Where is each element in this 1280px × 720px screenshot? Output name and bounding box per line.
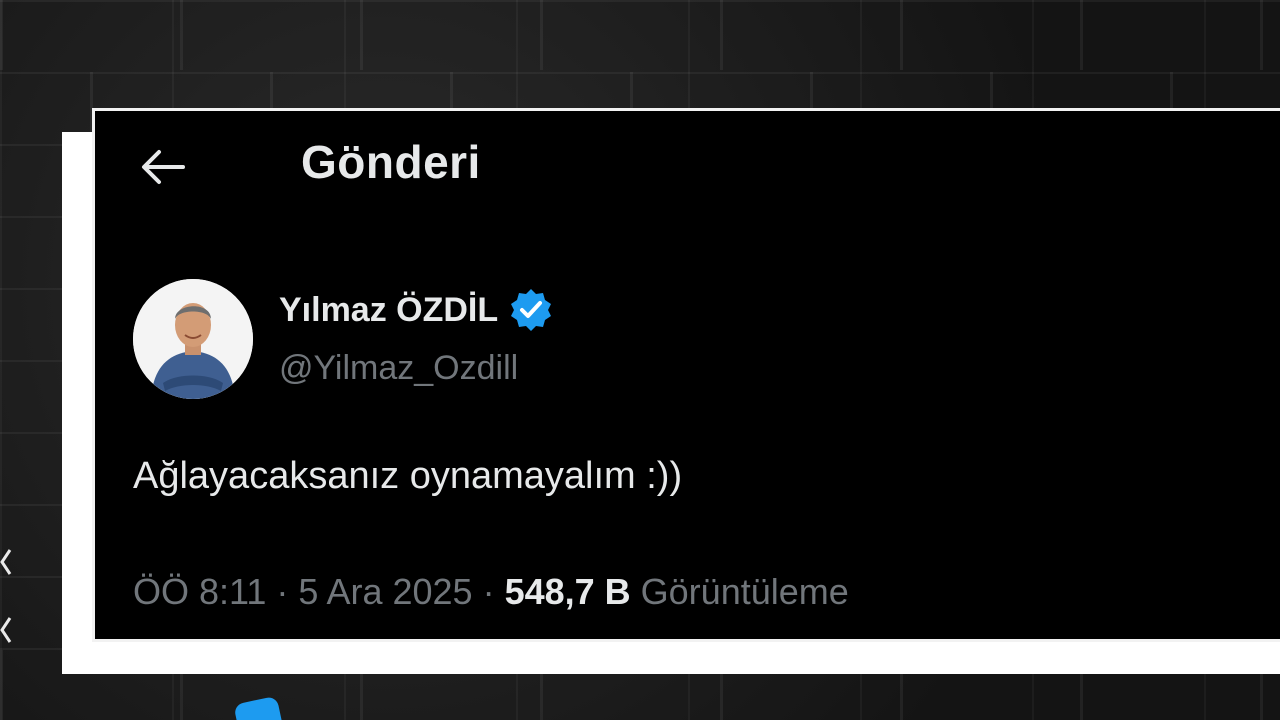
avatar[interactable] [133,279,253,399]
tweet-text: Ağlayacaksanız oynamayalım :)) [133,455,683,497]
chevron-decoration-icon [0,549,12,643]
meta-separator: · [266,571,299,612]
author-display-name[interactable]: Yılmaz ÖZDİL [279,291,498,330]
tweet-date[interactable]: 5 Ara 2025 [298,571,472,612]
background-brick-wall [0,0,1280,70]
page-title: Gönderi [301,136,481,188]
back-button[interactable] [135,139,191,195]
arrow-left-icon [142,150,185,184]
profile-photo [133,279,253,399]
views-label: Görüntüleme [630,571,849,612]
meta-separator: · [472,571,505,612]
tweet-time[interactable]: ÖÖ 8:11 [133,571,266,612]
views-count: 548,7 B [504,571,631,612]
author-handle[interactable]: @Yilmaz_Ozdill [279,349,518,388]
tweet-metadata: ÖÖ 8:11 · 5 Ara 2025 · 548,7 B Görüntüle… [133,571,849,613]
top-bar: Gönderi [95,111,1280,221]
verified-badge-icon [511,289,552,331]
tweet-card: Gönderi Yılmaz ÖZDİL @Yilmaz_Ozdill Ağla… [92,108,1280,642]
author-name-row[interactable]: Yılmaz ÖZDİL [279,287,554,333]
